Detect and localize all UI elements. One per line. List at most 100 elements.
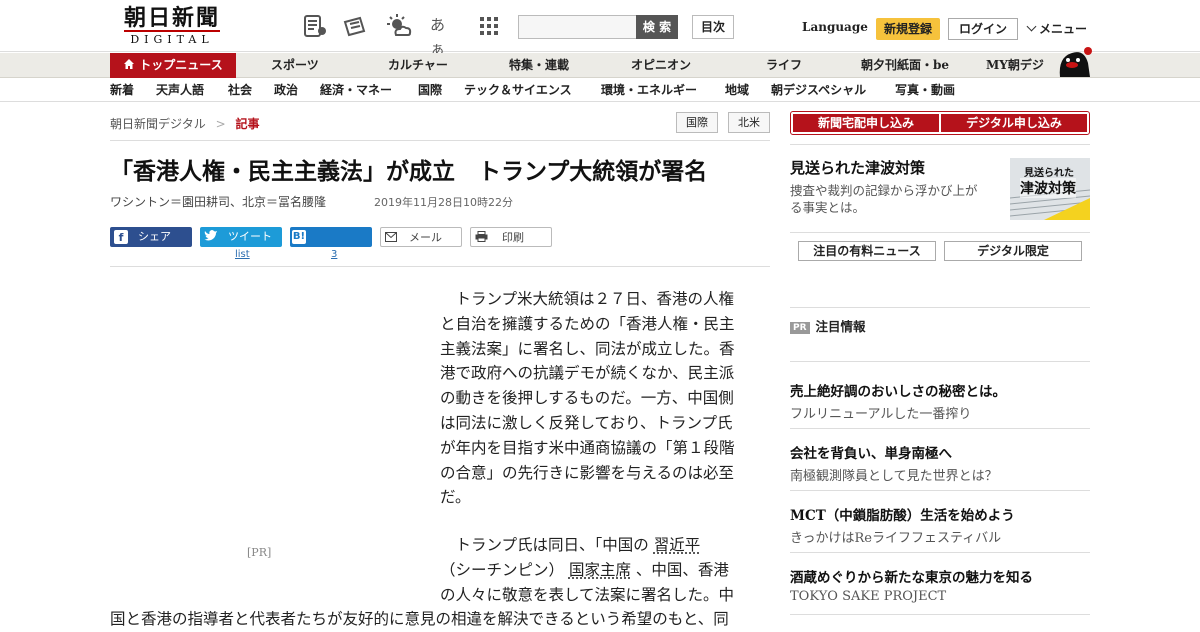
nav-photo-video[interactable]: 写真・動画 [895,79,955,101]
share-label: シェア [138,230,171,243]
nav-culture[interactable]: カルチャー [388,53,448,78]
paragraph-line: 主義法案」に署名し、同法が成立した。香 [440,339,735,358]
chevron-down-icon [1026,21,1037,32]
feature-thumbnail[interactable]: 見送られた 津波対策 [1010,158,1090,220]
twitter-count[interactable]: list [235,249,250,260]
print-icon [475,231,488,242]
nav-society[interactable]: 社会 [228,79,252,101]
nav-regional[interactable]: 地域 [725,79,749,101]
grid-menu-icon[interactable] [476,13,502,39]
keyword-link[interactable]: 習近平 [654,536,701,554]
paid-news-button[interactable]: 注目の有料ニュース [798,241,936,261]
ad-pr-label: [PR] [247,546,272,559]
paragraph-text: 、中国、香港 [635,560,729,579]
article-byline: ワシントン＝園田耕司、北京＝冨名腰隆 [110,195,327,209]
logo-sub: DIGITAL [124,30,220,46]
paragraph-text: （シーチンピン） [440,560,565,579]
breadcrumb-home[interactable]: 朝日新聞デジタル [110,117,206,131]
nav-my-asahi[interactable]: MY朝デジ [986,53,1044,78]
weather-icon[interactable] [386,13,412,39]
mail-button[interactable]: メール [380,227,462,247]
tag-international[interactable]: 国際 [676,112,718,133]
paragraph-line: は同法に激しく反発しており、トランプ氏 [440,413,733,432]
hatena-count[interactable]: 3 [331,249,337,260]
divider [790,144,1090,145]
paragraph-line: 港で政府への抗議デモが続くなか、民主派 [440,364,735,383]
pr-section-header: PR 注目情報 [790,316,866,335]
article-paragraph-1: トランプ米大統領は２７日、香港の人権 と自治を擁護するための「香港人権・民主 主… [440,287,760,510]
site-header: 朝日新聞 DIGITAL あぁ 検 索 目次 Language 新規登録 ログイ… [0,0,1200,58]
nav-top-news[interactable]: トップニュース [110,53,236,78]
feature-desc-line: る事実とは。 [790,200,866,215]
pr-item-title[interactable]: 酒蔵めぐりから新たな東京の魅力を知る [790,566,1033,586]
mascot-icon [1059,47,1092,77]
paragraph-line: が年内を目指す米中通商協議の「第１段階 [440,438,735,457]
divider [790,552,1090,553]
breadcrumb-current: 記事 [235,117,260,131]
twitter-share-button[interactable]: ツイート [200,227,282,247]
article-paragraph-2: トランプ氏は同日、「中国の 習近平 （シーチンピン） 国家主席 、中国、香港 の… [440,533,770,607]
divider [790,490,1090,491]
nav-life[interactable]: ライフ [766,53,802,78]
divider [790,428,1090,429]
divider [790,361,1090,362]
divider [790,307,1090,308]
nav-sports[interactable]: スポーツ [271,53,319,78]
paragraph-line: の動きを後押しするものだ。一方、中国側 [440,389,734,408]
register-button[interactable]: 新規登録 [876,18,940,40]
pr-item-title[interactable]: 売上絶好調のおいしさの秘密とは。 [790,380,1006,400]
print-button[interactable]: 印刷 [470,227,552,247]
newspaper-reader-icon[interactable] [302,13,328,39]
feature-title[interactable]: 見送られた津波対策 [790,157,925,178]
keyword-link[interactable]: 国家主席 [569,561,631,579]
nav-international[interactable]: 国際 [418,79,442,101]
hatena-bookmark-button[interactable]: B! ブックマーク [290,227,372,263]
nav-opinion[interactable]: オピニオン [631,53,691,78]
facebook-share-button[interactable]: f シェア [110,227,192,247]
pr-item-sub: きっかけはReライフフェスティバル [790,531,1002,546]
secondary-nav: 新着 天声人語 社会 政治 経済・マネー 国際 テック＆サイエンス 環境・エネル… [0,79,1200,102]
nav-label: トップニュース [139,58,223,72]
apply-digital-button[interactable]: デジタル申し込み [941,114,1087,132]
menu-label: メニュー [1039,22,1088,36]
nav-politics[interactable]: 政治 [274,79,298,101]
divider [110,140,770,141]
search-input[interactable] [518,15,638,39]
nav-environment[interactable]: 環境・エネルギー [601,79,697,101]
nav-newspaper[interactable]: 朝夕刊紙面・be [861,53,949,78]
pr-item-sub: TOKYO SAKE PROJECT [790,589,947,604]
nav-special[interactable]: 朝デジスペシャル [771,79,866,101]
login-button[interactable]: ログイン [948,18,1018,40]
apply-paper-button[interactable]: 新聞宅配申し込み [793,114,939,132]
nav-latest[interactable]: 新着 [110,79,134,101]
language-link[interactable]: Language [802,20,868,34]
tweet-label: ツイート [228,230,272,243]
divider [790,232,1090,233]
home-icon [124,59,135,69]
article-date: 2019年11月28日10時22分 [374,196,513,209]
notice-icon[interactable] [342,13,368,39]
toc-button[interactable]: 目次 [692,15,734,39]
article-title: 「香港人権・民主主義法」が成立 トランプ大統領が署名 [110,158,708,185]
font-size-icon[interactable]: あぁ [430,13,456,58]
search-button[interactable]: 検 索 [636,15,678,39]
paragraph-line: の人々に敬意を表して法案に署名した。中 [440,585,735,604]
tag-north-america[interactable]: 北米 [728,112,770,133]
thumb-text: 見送られた [1024,168,1074,179]
subscription-bar: 新聞宅配申し込み デジタル申し込み [790,111,1090,135]
paragraph-text: トランプ氏は同日、「中国の [455,536,649,554]
nav-tech-science[interactable]: テック＆サイエンス [464,79,572,101]
twitter-bird-icon [204,230,217,241]
pr-item-title[interactable]: 会社を背負い、単身南極へ [790,442,952,462]
nav-economy[interactable]: 経済・マネー [320,79,392,101]
divider [790,614,1090,615]
nav-features[interactable]: 特集・連載 [509,53,569,78]
nav-tenseijingo[interactable]: 天声人語 [156,79,204,101]
paragraph-line: 国と香港の指導者と代表者たちが友好的に意見の相違を解決できるという希望のもと、同 [110,610,729,628]
site-logo[interactable]: 朝日新聞 DIGITAL [112,6,232,48]
paragraph-line: トランプ米大統領は２７日、香港の人権 [455,290,735,308]
pr-item-title[interactable]: MCT（中鎖脂肪酸）生活を始めよう [790,504,1015,524]
digital-only-button[interactable]: デジタル限定 [944,241,1082,261]
bookmark-label: ブックマーク [290,250,356,263]
menu-button[interactable]: メニュー [1026,20,1087,37]
